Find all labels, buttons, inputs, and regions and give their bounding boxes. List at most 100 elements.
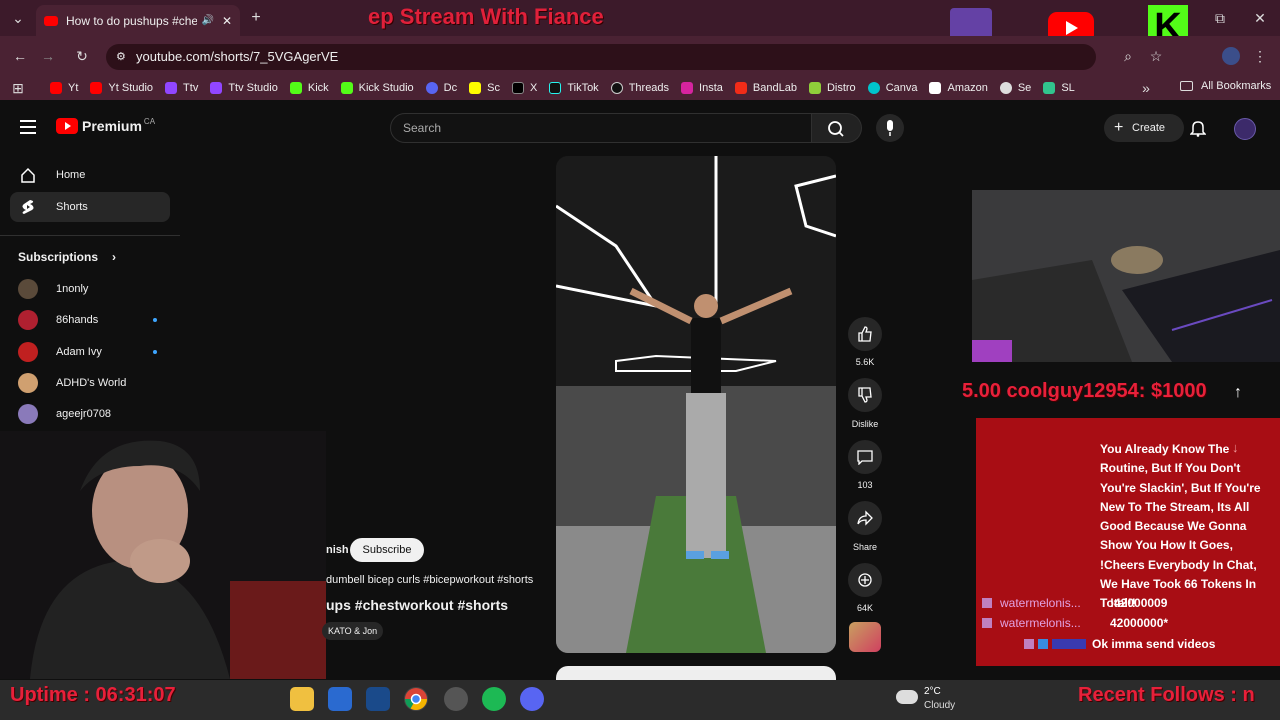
site-info-icon[interactable]: ⚙ bbox=[116, 44, 126, 70]
next-short-preview[interactable] bbox=[556, 666, 836, 680]
bookmark-distro[interactable]: Distro bbox=[808, 82, 856, 94]
like-button[interactable] bbox=[848, 317, 882, 351]
more-bookmarks-icon[interactable]: » bbox=[1138, 78, 1154, 98]
kick-studio-icon bbox=[340, 82, 353, 94]
bookmark-threads[interactable]: Threads bbox=[610, 82, 669, 94]
se-icon bbox=[999, 82, 1012, 94]
subscribe-button[interactable]: Subscribe bbox=[350, 538, 424, 562]
avatar bbox=[18, 342, 38, 362]
back-icon[interactable]: ← bbox=[10, 46, 30, 66]
home-icon bbox=[21, 167, 35, 183]
voice-search-button[interactable] bbox=[876, 114, 904, 142]
sidebar-item-shorts[interactable]: Shorts bbox=[10, 192, 170, 222]
avatar bbox=[18, 279, 38, 299]
microphone-icon bbox=[887, 120, 893, 136]
shorts-icon bbox=[22, 200, 34, 214]
subscription-item[interactable]: 1nonly bbox=[18, 277, 88, 301]
search-button[interactable] bbox=[812, 113, 862, 143]
zoom-icon[interactable]: ⌕ bbox=[1118, 46, 1138, 66]
scroll-up-icon[interactable]: ↑ bbox=[1228, 384, 1248, 404]
youtube-premium-logo[interactable]: Premium CA bbox=[56, 117, 155, 134]
shorts-video-player[interactable] bbox=[556, 156, 836, 653]
browser-tab[interactable]: How to do pushups #chestw 🔊 ✕ bbox=[36, 5, 240, 36]
bookmark-ttv-studio[interactable]: Ttv Studio bbox=[210, 82, 278, 94]
create-button[interactable]: + Create bbox=[1104, 114, 1184, 142]
bookmark-yt[interactable]: Yt bbox=[50, 82, 78, 94]
bookmark-insta[interactable]: Insta bbox=[681, 82, 723, 94]
bookmark-x[interactable]: X bbox=[511, 82, 537, 94]
short-title: ups #chestworkout #shorts bbox=[326, 597, 509, 613]
audio-thumbnail[interactable] bbox=[849, 622, 881, 652]
menu-icon[interactable]: ⋮ bbox=[1252, 46, 1268, 66]
address-bar[interactable]: ⚙ youtube.com/shorts/7_5VGAgerVE bbox=[106, 44, 1096, 70]
comment-icon bbox=[857, 450, 873, 465]
subscription-item[interactable]: ageejr0708 bbox=[18, 402, 111, 426]
dislike-button[interactable] bbox=[848, 378, 882, 412]
bookmark-yt-studio[interactable]: Yt Studio bbox=[90, 82, 153, 94]
bookmark-tiktok[interactable]: TikTok bbox=[549, 82, 599, 94]
obs-icon[interactable] bbox=[444, 687, 468, 711]
restore-window-icon[interactable]: ⧉ bbox=[1210, 8, 1230, 28]
youtube-studio-icon bbox=[90, 82, 103, 94]
bookmark-star-icon[interactable]: ☆ bbox=[1146, 46, 1166, 66]
hand-camera-overlay bbox=[972, 190, 1280, 362]
bookmark-dc[interactable]: Dc bbox=[425, 82, 457, 94]
chrome-icon[interactable] bbox=[404, 687, 428, 711]
subscription-item[interactable]: ADHD's World bbox=[18, 371, 126, 395]
scroll-down-icon[interactable]: ↓ bbox=[1232, 440, 1239, 455]
app-icon[interactable] bbox=[366, 687, 390, 711]
apps-grid-icon[interactable]: ⊞ bbox=[10, 78, 26, 98]
bookmark-canva[interactable]: Canva bbox=[867, 82, 917, 94]
avatar bbox=[18, 373, 38, 393]
search-input[interactable]: Search bbox=[390, 113, 812, 143]
bookmark-kick-studio[interactable]: Kick Studio bbox=[340, 82, 414, 94]
subscription-item[interactable]: Adam Ivy bbox=[18, 340, 168, 364]
hamburger-menu-icon[interactable] bbox=[20, 120, 36, 134]
reload-icon[interactable]: ↻ bbox=[72, 46, 92, 66]
audio-icon[interactable]: 🔊 bbox=[201, 15, 213, 26]
close-window-icon[interactable]: ✕ bbox=[1250, 8, 1270, 28]
remix-count: 64K bbox=[856, 603, 873, 613]
bookmark-amazon[interactable]: Amazon bbox=[929, 82, 988, 94]
subscriptions-header[interactable]: Subscriptions › bbox=[18, 250, 116, 264]
new-tab-button[interactable]: + bbox=[246, 8, 266, 28]
file-explorer-icon[interactable] bbox=[290, 687, 314, 711]
sidebar-item-home[interactable]: Home bbox=[10, 160, 170, 190]
tab-search-icon[interactable]: ⌄ bbox=[8, 8, 28, 28]
remix-icon bbox=[858, 573, 872, 587]
store-icon[interactable] bbox=[328, 687, 352, 711]
account-avatar[interactable] bbox=[1234, 118, 1256, 140]
bookmark-sc[interactable]: Sc bbox=[469, 82, 500, 94]
cloudy-weather-icon bbox=[896, 690, 918, 704]
x-icon bbox=[511, 82, 524, 94]
profile-avatar[interactable] bbox=[1222, 47, 1240, 65]
music-chip[interactable]: KATO & Jon bbox=[322, 622, 384, 640]
kick-icon bbox=[289, 82, 302, 94]
bookmark-kick[interactable]: Kick bbox=[289, 82, 329, 94]
subscription-item[interactable]: 86hands bbox=[18, 308, 168, 332]
tab-title: How to do pushups #chestw bbox=[66, 13, 198, 28]
sidebar-divider bbox=[0, 235, 180, 236]
chat-message: Ok imma send videos bbox=[1024, 637, 1215, 651]
close-tab-icon[interactable]: ✕ bbox=[222, 14, 232, 28]
share-button[interactable] bbox=[848, 501, 882, 535]
channel-name[interactable]: nish bbox=[326, 544, 349, 556]
chat-username-redacted bbox=[1052, 639, 1086, 649]
discord-icon[interactable] bbox=[520, 687, 544, 711]
suggested-video-link[interactable]: dumbell bicep curls #bicepworkout #short… bbox=[326, 574, 533, 586]
bookmark-se[interactable]: Se bbox=[999, 82, 1031, 94]
recent-follows-overlay: Recent Follows : n bbox=[1078, 684, 1255, 706]
bookmark-bandlab[interactable]: BandLab bbox=[734, 82, 797, 94]
spotify-icon[interactable] bbox=[482, 687, 506, 711]
notifications-bell-icon[interactable] bbox=[1190, 119, 1206, 137]
twitch-icon bbox=[165, 82, 178, 94]
forward-icon[interactable]: → bbox=[38, 46, 58, 66]
bookmark-ttv[interactable]: Ttv bbox=[165, 82, 198, 94]
desk-camera-image bbox=[972, 190, 1280, 362]
comments-button[interactable] bbox=[848, 440, 882, 474]
temperature: 2°C bbox=[924, 686, 941, 697]
bookmark-sl[interactable]: SL bbox=[1043, 82, 1075, 94]
chat-message: watermelonis... 42000000* bbox=[982, 616, 1168, 630]
remix-button[interactable] bbox=[848, 563, 882, 597]
all-bookmarks-button[interactable]: All Bookmarks bbox=[1180, 80, 1271, 92]
